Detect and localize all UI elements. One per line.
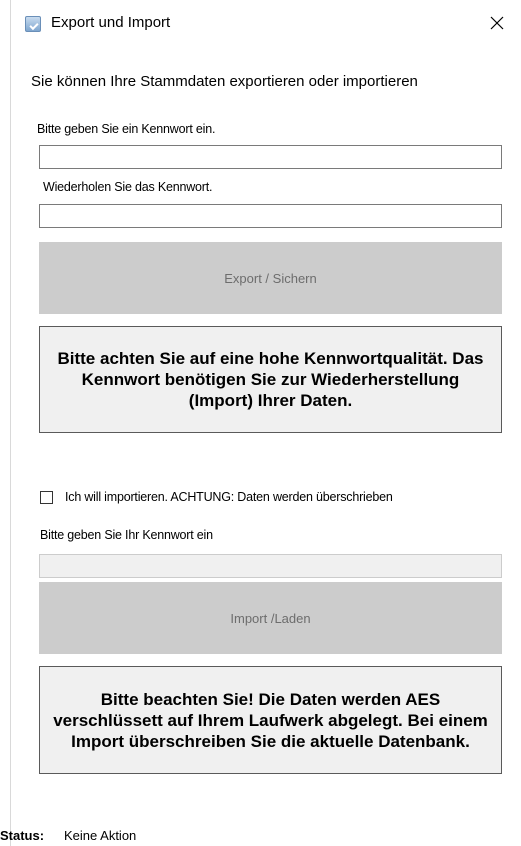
close-button[interactable] <box>479 8 515 38</box>
import-checkbox-label[interactable]: Ich will importieren. ACHTUNG: Daten wer… <box>65 490 393 504</box>
import-button[interactable]: Import /Laden <box>39 582 502 654</box>
import-notice: Bitte beachten Sie! Die Daten werden AES… <box>39 666 502 774</box>
export-button[interactable]: Export / Sichern <box>39 242 502 314</box>
import-checkbox[interactable] <box>40 491 53 504</box>
close-icon <box>490 16 504 30</box>
status-label: Status: <box>0 828 45 843</box>
import-password-field[interactable] <box>39 554 502 578</box>
status-value: Keine Aktion <box>64 828 137 843</box>
intro-text: Sie können Ihre Stammdaten exportieren o… <box>31 73 418 90</box>
export-password-label: Bitte geben Sie ein Kennwort ein. <box>37 122 216 136</box>
export-notice: Bitte achten Sie auf eine hohe Kennwortq… <box>39 326 502 433</box>
title-bar: Export und Import <box>11 0 521 46</box>
app-icon <box>25 16 41 32</box>
export-import-dialog: Export und Import Sie können Ihre Stammd… <box>10 0 521 846</box>
repeat-password-label: Wiederholen Sie das Kennwort. <box>43 180 213 194</box>
repeat-password-field[interactable] <box>39 204 502 228</box>
import-password-label: Bitte geben Sie Ihr Kennwort ein <box>40 528 213 542</box>
export-password-field[interactable] <box>39 145 502 169</box>
window-title: Export und Import <box>51 14 171 31</box>
